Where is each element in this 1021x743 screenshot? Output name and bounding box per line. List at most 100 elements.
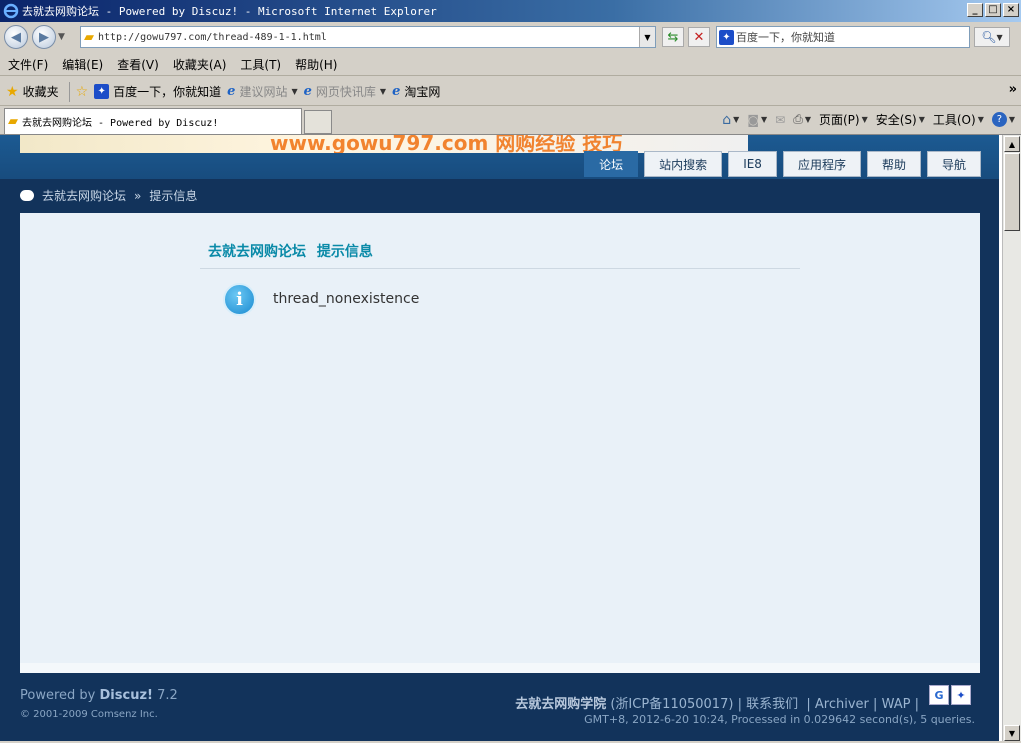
vertical-scrollbar[interactable]: ▲ ▼ bbox=[1002, 135, 1021, 741]
back-button[interactable]: ◀ bbox=[4, 25, 28, 49]
powered-brand-link[interactable]: Discuz! bbox=[100, 688, 153, 703]
print-button[interactable]: ⎙ ▼ bbox=[793, 112, 811, 127]
mail-icon: ✉ bbox=[775, 112, 786, 127]
maximize-button[interactable]: □ bbox=[985, 3, 1001, 17]
fav-item-baidu[interactable]: ✦ 百度一下，你就知道 bbox=[94, 83, 221, 100]
footer-links: 去就去网购学院 (浙ICP备11050017) | 联系我们 | Archive… bbox=[515, 693, 919, 712]
panel-bottom-strip bbox=[20, 663, 980, 673]
chevron-more-icon[interactable]: » bbox=[1009, 82, 1017, 97]
tab-current[interactable]: ▰ 去就去网购论坛 - Powered by Discuz! bbox=[4, 108, 302, 134]
page-favicon-icon: ▰ bbox=[8, 114, 18, 129]
favorites-button[interactable]: ★ 收藏夹 bbox=[6, 83, 59, 100]
menu-view[interactable]: 查看(V) bbox=[117, 56, 159, 73]
baidu-badge-icon[interactable]: ✦ bbox=[951, 685, 971, 705]
site-nav: 论坛 站内搜索 IE8 应用程序 帮助 导航 bbox=[584, 151, 981, 177]
baidu-paw-icon: ✦ bbox=[94, 84, 110, 99]
breadcrumb-current: 提示信息 bbox=[149, 189, 198, 203]
breadcrumb-home-link[interactable]: 去就去网购论坛 bbox=[42, 187, 126, 204]
message-heading: 去就去网购论坛 提示信息 bbox=[208, 241, 373, 261]
home-icon: ⌂ bbox=[722, 111, 732, 128]
scroll-thumb[interactable] bbox=[1004, 153, 1020, 231]
heading-divider bbox=[200, 268, 800, 269]
footer-site-name[interactable]: 去就去网购学院 bbox=[515, 697, 606, 712]
new-tab-button[interactable] bbox=[304, 110, 332, 134]
tab-title: 去就去网购论坛 - Powered by Discuz! bbox=[22, 118, 219, 129]
nav-apps[interactable]: 应用程序 bbox=[782, 151, 861, 177]
ie-page-icon: e bbox=[227, 84, 236, 99]
window-title: 去就去网购论坛 - Powered by Discuz! - Microsoft… bbox=[22, 5, 437, 18]
address-dropdown-icon[interactable]: ▼ bbox=[639, 27, 655, 47]
stop-button[interactable]: ✕ bbox=[688, 27, 710, 47]
address-input[interactable]: ▰ http://gowu797.com/thread-489-1-1.html… bbox=[80, 26, 656, 48]
add-favorite-button[interactable]: ☆ bbox=[76, 84, 89, 100]
powered-by: Powered by Discuz! 7.2 bbox=[20, 688, 178, 703]
add-favorite-icon: ☆ bbox=[75, 83, 89, 100]
powered-version: 7.2 bbox=[157, 688, 178, 703]
tools-menu[interactable]: 工具(O) ▼ bbox=[933, 111, 984, 128]
menu-favorites[interactable]: 收藏夹(A) bbox=[173, 56, 227, 73]
google-badge-icon[interactable]: G bbox=[929, 685, 949, 705]
nav-forum[interactable]: 论坛 bbox=[584, 151, 639, 177]
menu-edit[interactable]: 编辑(E) bbox=[62, 56, 103, 73]
forward-button[interactable]: ▶ bbox=[32, 25, 56, 49]
fav-item-taobao[interactable]: e 淘宝网 bbox=[392, 83, 440, 100]
scroll-down-icon[interactable]: ▼ bbox=[1004, 725, 1020, 741]
window-titlebar[interactable]: 去就去网购论坛 - Powered by Discuz! - Microsoft… bbox=[0, 0, 1021, 22]
fav-item-web-slices[interactable]: e 网页快讯库 ▼ bbox=[304, 83, 386, 100]
rss-icon: ◙ bbox=[747, 112, 759, 127]
nav-ie8[interactable]: IE8 bbox=[728, 151, 777, 177]
nav-site-search[interactable]: 站内搜索 bbox=[644, 151, 723, 177]
ie-logo-icon bbox=[3, 3, 19, 19]
nav-navigation[interactable]: 导航 bbox=[926, 151, 981, 177]
fav-item-label: 淘宝网 bbox=[404, 85, 441, 99]
help-icon: ? bbox=[991, 112, 1007, 127]
safety-menu[interactable]: 安全(S) ▼ bbox=[876, 111, 925, 128]
footer-icp[interactable]: (浙ICP备11050017) bbox=[610, 697, 733, 712]
minimize-button[interactable]: _ bbox=[967, 3, 983, 17]
footer-wap-link[interactable]: WAP bbox=[882, 697, 911, 712]
message-panel: 去就去网购论坛 提示信息 i thread_nonexistence bbox=[20, 213, 980, 663]
window-controls: _ □ × bbox=[967, 3, 1019, 17]
tab-row: ▰ 去就去网购论坛 - Powered by Discuz! ⌂ ▼ ◙ ▼ ✉ ⎙… bbox=[0, 108, 1021, 134]
tools-menu-label: 工具(O) bbox=[932, 113, 976, 127]
feeds-button[interactable]: ◙ ▼ bbox=[747, 113, 767, 127]
copyright: © 2001-2009 Comsenz Inc. bbox=[20, 709, 158, 720]
search-icon: 🔍︎ bbox=[981, 30, 997, 44]
breadcrumb: 去就去网购论坛 » 提示信息 bbox=[20, 187, 197, 204]
close-button[interactable]: × bbox=[1003, 3, 1019, 17]
home-button[interactable]: ⌂ ▼ bbox=[722, 112, 739, 128]
menu-bar: 文件(F) 编辑(E) 查看(V) 收藏夹(A) 工具(T) 帮助(H) bbox=[0, 54, 1021, 76]
message-forum-name: 去就去网购论坛 bbox=[208, 244, 306, 260]
menu-help[interactable]: 帮助(H) bbox=[295, 56, 337, 73]
nav-help[interactable]: 帮助 bbox=[866, 151, 921, 177]
chat-bubble-icon bbox=[20, 190, 34, 201]
help-button[interactable]: ? ▼ bbox=[991, 112, 1015, 127]
info-icon: i bbox=[223, 283, 256, 316]
read-mail-button[interactable]: ✉ bbox=[775, 113, 785, 127]
forum-page: www.gowu797.com 网购经验 技巧 论坛 站内搜索 IE8 应用程序… bbox=[0, 135, 999, 741]
search-input[interactable]: ✦ 百度一下，你就知道 bbox=[716, 26, 970, 48]
fav-item-label: 百度一下，你就知道 bbox=[113, 85, 222, 99]
menu-file[interactable]: 文件(F) bbox=[8, 56, 48, 73]
fav-item-suggested-sites[interactable]: e 建议网站 ▼ bbox=[227, 83, 297, 100]
favorites-bar: ★ 收藏夹 ☆ ✦ 百度一下，你就知道 e 建议网站 ▼ e 网页快讯库 ▼ e… bbox=[0, 78, 1021, 106]
message-text: thread_nonexistence bbox=[273, 291, 420, 307]
command-bar: ⌂ ▼ ◙ ▼ ✉ ⎙ ▼ 页面(P) ▼ 安全(S) ▼ 工具(O) ▼ ? ▼ bbox=[722, 111, 1015, 128]
ie-page-icon: e bbox=[392, 84, 401, 99]
scroll-up-icon[interactable]: ▲ bbox=[1004, 136, 1020, 152]
page-menu[interactable]: 页面(P) ▼ bbox=[819, 111, 868, 128]
history-dropdown-icon[interactable]: ▼ bbox=[58, 32, 70, 42]
star-icon: ★ bbox=[6, 83, 19, 100]
refresh-button[interactable]: ⇆ bbox=[662, 27, 684, 47]
footer-sep: | bbox=[873, 697, 878, 712]
ie-page-icon: e bbox=[303, 84, 312, 99]
banner-text: www.gowu797.com 网购经验 技巧 bbox=[270, 135, 623, 153]
footer-archiver-link[interactable]: Archiver bbox=[815, 697, 869, 712]
footer-contact-link[interactable]: 联系我们 bbox=[746, 697, 798, 712]
safety-menu-label: 安全(S) bbox=[875, 113, 917, 127]
search-button[interactable]: 🔍︎ ▼ bbox=[974, 27, 1010, 47]
footer-sep: | bbox=[737, 697, 742, 712]
fav-item-label: 网页快讯库 bbox=[315, 85, 376, 99]
favorites-divider bbox=[68, 81, 70, 102]
menu-tools[interactable]: 工具(T) bbox=[240, 56, 281, 73]
